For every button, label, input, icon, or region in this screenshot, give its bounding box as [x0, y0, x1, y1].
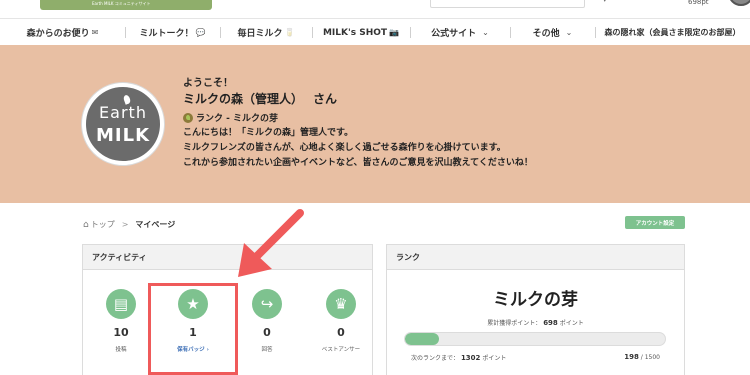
- total-points: 累計獲得ポイント： 698 ポイント: [387, 318, 684, 327]
- profile-message-line: ミルクフレンズの皆さんが、心地よく楽しく過ごせる森作りを心掛けています。: [183, 143, 506, 153]
- rank-progress-bar: [404, 332, 666, 346]
- user-name-row: ミルクの森（管理人） さん: [183, 90, 533, 110]
- user-rank: ランク - ミルクの芽: [183, 110, 533, 125]
- nav-item-hideaway[interactable]: 森の隠れ家（会員さま限定のお部屋）: [595, 19, 750, 46]
- camera-icon: 📷: [389, 28, 400, 37]
- nav-item-label: その他: [532, 29, 560, 39]
- rank-panel-title: ランク: [387, 245, 684, 270]
- chevron-down-icon: ⌄: [565, 28, 573, 37]
- total-points-label: 累計獲得ポイント：: [487, 320, 542, 327]
- stat-posts[interactable]: ▤ 10 投稿: [91, 289, 151, 353]
- next-rank-label: 次のランクまで：: [411, 355, 460, 362]
- stat-value: 0: [263, 326, 271, 339]
- nav-item-daily-milk[interactable]: 毎日ミルク 🥛: [220, 19, 312, 46]
- next-rank-value: 1302: [460, 354, 481, 362]
- site-logo[interactable]: Earth MILK コミュニティサイト: [40, 0, 212, 10]
- stat-label: 回答: [261, 347, 273, 353]
- total-points-value: 698: [543, 319, 558, 327]
- annotation-arrow-icon: [238, 209, 304, 277]
- total-points-unit: ポイント: [559, 320, 584, 327]
- welcome-banner: Earth MILK ようこそ！ ミルクの森（管理人） さん ランク - ミルクの…: [0, 45, 750, 203]
- chevron-down-icon: ⌄: [482, 28, 489, 37]
- reply-icon: ↪: [252, 289, 282, 319]
- stat-value: 10: [113, 326, 129, 339]
- rank-name: ミルクの芽: [493, 290, 578, 310]
- chevron-down-icon[interactable]: ▾: [603, 0, 607, 4]
- stat-best-answers[interactable]: ♛ 0 ベストアンサー: [311, 289, 371, 353]
- logo-tagline: Earth MILK コミュニティサイト: [92, 1, 151, 6]
- stat-label: 投稿: [115, 347, 127, 353]
- nav-item-others[interactable]: その他 ⌄: [510, 19, 595, 46]
- profile-avatar: Earth MILK: [82, 83, 164, 165]
- sprout-icon: [183, 112, 193, 123]
- rank-panel: ランク ミルクの芽 累計獲得ポイント： 698 ポイント 次のランクまで： 13…: [386, 244, 685, 375]
- nav-item-label: 森からのお便り: [26, 29, 90, 39]
- name-suffix: さん: [313, 92, 338, 106]
- nav-item-miltalk[interactable]: ミルトーク！ 💬: [125, 19, 220, 46]
- activity-title: アクティビティ: [83, 245, 372, 270]
- nav-item-label: 森の隠れ家（会員さま限定のお部屋）: [604, 28, 741, 37]
- account-settings-button[interactable]: アカウント設定: [625, 216, 685, 229]
- profile-message-line: これから参加されたい企画やイベントなど、皆さんのご意見を沢山教えてくださいね！: [183, 158, 533, 168]
- crown-icon: ♛: [326, 289, 356, 319]
- header-points: 698pt: [688, 0, 709, 6]
- nav-item-label: MILK's SHOT: [322, 27, 388, 38]
- post-icon: ▤: [106, 289, 136, 319]
- milk-bottle-icon: 🥛: [284, 28, 295, 37]
- breadcrumb-home[interactable]: トップ: [91, 219, 115, 230]
- stat-value: 0: [337, 326, 345, 339]
- emblem-text-milk: MILK: [95, 125, 151, 146]
- chat-icon: 💬: [195, 28, 206, 37]
- profile-message-line: こんにちは！「ミルクの森」管理人です。: [183, 128, 354, 138]
- progress-total: / 1500: [640, 354, 660, 361]
- stat-answers[interactable]: ↪ 0 回答: [237, 289, 297, 353]
- progress-current: 198: [624, 353, 639, 361]
- progress-count: 198 / 1500: [624, 353, 660, 361]
- home-icon[interactable]: ⌂: [83, 220, 89, 230]
- breadcrumb: ⌂ トップ > マイページ: [83, 219, 175, 230]
- welcome-greeting: ようこそ！: [183, 78, 233, 89]
- avatar[interactable]: [728, 0, 750, 6]
- breadcrumb-separator: >: [121, 220, 129, 229]
- rank-progress-fill: [405, 333, 440, 345]
- breadcrumb-current: マイページ: [135, 220, 176, 229]
- nav-item-official-site[interactable]: 公式サイト ⌄: [410, 19, 510, 46]
- mail-icon: ✉: [91, 28, 99, 37]
- emblem-text-earth: Earth: [99, 103, 147, 122]
- top-header: Earth MILK コミュニティサイト ▾ 698pt: [0, 0, 750, 18]
- nav-item-letters[interactable]: 森からのお便り ✉: [0, 19, 125, 46]
- search-input[interactable]: [430, 0, 585, 8]
- nav-item-label: 公式サイト: [431, 29, 477, 39]
- annotation-highlight-box: [148, 283, 238, 375]
- next-rank-text: 次のランクまで： 1302 ポイント: [411, 353, 506, 362]
- welcome-text: ようこそ！ ミルクの森（管理人） さん ランク - ミルクの芽 こんにちは！「ミル…: [183, 74, 533, 170]
- nav-item-label: 毎日ミルク: [237, 29, 283, 39]
- nav-item-label: ミルトーク！: [139, 29, 194, 39]
- nav-item-milk-shot[interactable]: MILK's SHOT 📷: [312, 19, 410, 46]
- rank-line: ランク - ミルクの芽: [196, 114, 279, 124]
- next-rank-unit: ポイント: [482, 355, 507, 362]
- user-name: ミルクの森（管理人）: [183, 92, 304, 106]
- global-nav: 森からのお便り ✉ ミルトーク！ 💬 毎日ミルク 🥛 MILK's SHOT 📷…: [0, 18, 750, 45]
- stat-label: ベストアンサー: [321, 347, 361, 353]
